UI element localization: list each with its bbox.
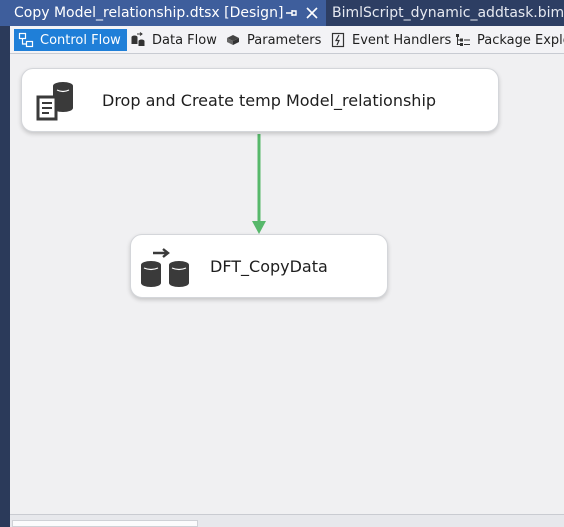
data-flow-task-icon xyxy=(139,245,193,289)
task-drop-create-temp[interactable]: Drop and Create temp Model_relationship xyxy=(21,68,499,132)
task-label: DFT_CopyData xyxy=(210,257,328,276)
task-dft-copydata[interactable]: DFT_CopyData xyxy=(130,234,388,298)
sql-task-icon xyxy=(33,79,79,123)
task-label: Drop and Create temp Model_relationship xyxy=(102,91,437,110)
scrollbar-thumb[interactable] xyxy=(12,520,198,527)
